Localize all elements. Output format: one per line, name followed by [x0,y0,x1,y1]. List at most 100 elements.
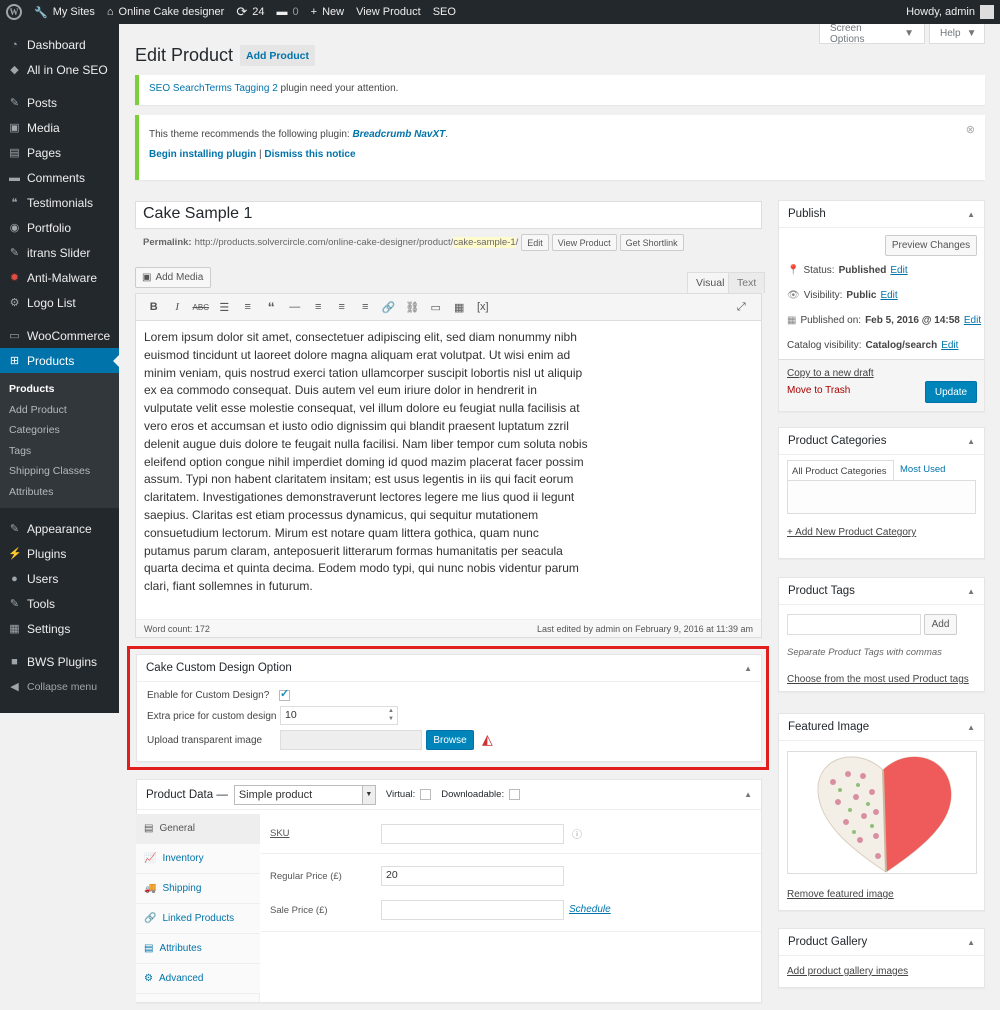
product-type-select[interactable]: Simple product ▼ [233,784,376,805]
help-tab[interactable]: Help ▼ [929,24,985,44]
tab-most-used[interactable]: Most Used [900,464,945,475]
new-content-menu[interactable]: + New [305,0,350,24]
help-tip-icon[interactable]: ⓘ [572,826,582,841]
sidebar-item-settings[interactable]: ▦ Settings [0,616,119,641]
sidebar-item-pages[interactable]: ▤ Pages [0,140,119,165]
caret-up-icon[interactable]: ▲ [967,210,975,219]
product-tags-header[interactable]: Product Tags ▲ [779,578,984,605]
sidebar-item-appearance[interactable]: ✎ Appearance [0,516,119,541]
product-categories-header[interactable]: Product Categories ▲ [779,428,984,455]
sidebar-item-logo-list[interactable]: ⚙ Logo List [0,290,119,315]
tab-shipping[interactable]: 🚚 Shipping [136,874,260,904]
sidebar-item-tools[interactable]: ✎ Tools [0,591,119,616]
sidebar-item-products[interactable]: ⊞ Products [0,348,119,373]
read-more-icon[interactable]: ▭ [424,301,448,314]
schedule-link[interactable]: Schedule [569,904,611,915]
fullscreen-icon[interactable]: ⤢ [730,301,754,314]
sidebar-item-comments[interactable]: ▬ Comments [0,165,119,190]
tab-text[interactable]: Text [728,272,766,293]
featured-image[interactable] [787,751,977,874]
seo-menu[interactable]: SEO [427,0,462,24]
numbered-list-icon[interactable]: ≡ [236,301,260,313]
strikethrough-icon[interactable]: ABC [189,303,213,312]
edit-catalog-link[interactable]: Edit [941,340,958,351]
featured-image-header[interactable]: Featured Image ▲ [779,714,984,741]
sidebar-item-testimonials[interactable]: ❝ Testimonials [0,190,119,215]
add-product-button[interactable]: Add Product [240,45,315,66]
sidebar-item-users[interactable]: ● Users [0,566,119,591]
sidebar-item-itrans-slider[interactable]: ✎ itrans Slider [0,240,119,265]
edit-permalink-button[interactable]: Edit [521,234,549,251]
sidebar-item-portfolio[interactable]: ◉ Portfolio [0,215,119,240]
sidebar-item-anti-malware[interactable]: ✹ Anti-Malware [0,265,119,290]
permalink-slug[interactable]: cake-sample-1 [453,237,516,248]
choose-tags-link[interactable]: Choose from the most used Product tags [787,674,969,685]
seo-plugin-link[interactable]: SEO SearchTerms Tagging 2 [149,83,278,94]
submenu-add-product[interactable]: Add Product [0,400,119,421]
sidebar-item-dashboard[interactable]: ◔ Dashboard [0,32,119,57]
sale-price-input[interactable] [381,900,564,920]
screen-options-tab[interactable]: Screen Options ▼ [819,23,925,45]
caret-up-icon[interactable]: ▲ [967,437,975,446]
breadcrumb-navxt-link[interactable]: Breadcrumb NavXT [352,129,445,140]
downloadable-checkbox[interactable] [509,789,521,800]
submenu-tags[interactable]: Tags [0,441,119,462]
edit-date-link[interactable]: Edit [964,315,981,326]
submenu-attributes[interactable]: Attributes [0,482,119,503]
move-to-trash-link[interactable]: Move to Trash [787,385,850,396]
horizontal-line-icon[interactable]: — [283,301,307,313]
sidebar-item-bws-plugins[interactable]: ■ BWS Plugins [0,649,119,674]
preview-changes-button[interactable]: Preview Changes [885,235,977,256]
sidebar-item-all-in-one-seo[interactable]: ◆ All in One SEO [0,57,119,82]
publish-header[interactable]: Publish ▲ [779,201,984,228]
tab-general[interactable]: ▤ General [136,814,260,844]
unlink-icon[interactable]: ⛓ [401,301,425,314]
update-button[interactable]: Update [925,381,977,403]
account-menu[interactable]: Howdy, admin [900,0,1000,24]
product-gallery-header[interactable]: Product Gallery ▲ [779,929,984,956]
begin-installing-link[interactable]: Begin installing plugin [149,149,256,160]
align-left-icon[interactable]: ≡ [307,301,331,313]
caret-up-icon[interactable]: ▲ [967,938,975,947]
post-title-input[interactable]: Cake Sample 1 [135,201,762,229]
tab-visual[interactable]: Visual [687,272,734,293]
view-product-button[interactable]: View Product [551,234,617,251]
virtual-checkbox[interactable] [420,789,432,800]
dismiss-notice-link[interactable]: Dismiss this notice [264,149,355,160]
add-media-button[interactable]: ▣ Add Media [135,267,211,288]
link-icon[interactable]: 🔗 [377,301,401,314]
edit-visibility-link[interactable]: Edit [880,290,897,301]
submenu-products[interactable]: Products [0,379,119,400]
wordpress-logo-menu[interactable]: W [0,0,28,24]
align-center-icon[interactable]: ≡ [330,301,354,313]
toolbar-toggle-icon[interactable]: ▦ [448,301,472,314]
tag-input[interactable] [787,614,921,635]
regular-price-input[interactable]: 20 [381,866,564,886]
sidebar-item-woocommerce[interactable]: ▭ WooCommerce [0,323,119,348]
blockquote-icon[interactable]: “ [260,299,284,315]
edit-status-link[interactable]: Edit [890,265,907,276]
bullet-list-icon[interactable]: ☰ [213,301,237,314]
shortcode-icon[interactable]: [x] [471,301,495,313]
tab-all-categories[interactable]: All Product Categories [787,460,894,481]
my-sites-menu[interactable]: 🔧 My Sites [28,0,101,24]
comments-menu[interactable]: ▬ 0 [271,0,305,24]
sidebar-item-posts[interactable]: ✎ Posts [0,90,119,115]
site-name-menu[interactable]: ⌂ Online Cake designer [101,0,230,24]
add-new-category-link[interactable]: + Add New Product Category [787,527,916,538]
close-icon[interactable]: ⊗ [966,123,975,136]
collapse-menu-button[interactable]: ◀ Collapse menu [0,674,119,699]
updates-menu[interactable]: ⟳ 24 [230,0,270,24]
tab-linked-products[interactable]: 🔗 Linked Products [136,904,260,934]
remove-featured-image-link[interactable]: Remove featured image [787,889,894,900]
caret-up-icon[interactable]: ▲ [967,587,975,596]
tab-attributes[interactable]: ▤ Attributes [136,934,260,964]
caret-up-icon[interactable]: ▲ [967,723,975,732]
sidebar-item-media[interactable]: ▣ Media [0,115,119,140]
get-shortlink-button[interactable]: Get Shortlink [619,234,684,251]
sidebar-item-plugins[interactable]: ⚡ Plugins [0,541,119,566]
editor-content[interactable]: Lorem ipsum dolor sit amet, consectetuer… [136,321,596,611]
view-product-link[interactable]: View Product [350,0,427,24]
submenu-categories[interactable]: Categories [0,420,119,441]
add-gallery-images-link[interactable]: Add product gallery images [787,966,908,977]
